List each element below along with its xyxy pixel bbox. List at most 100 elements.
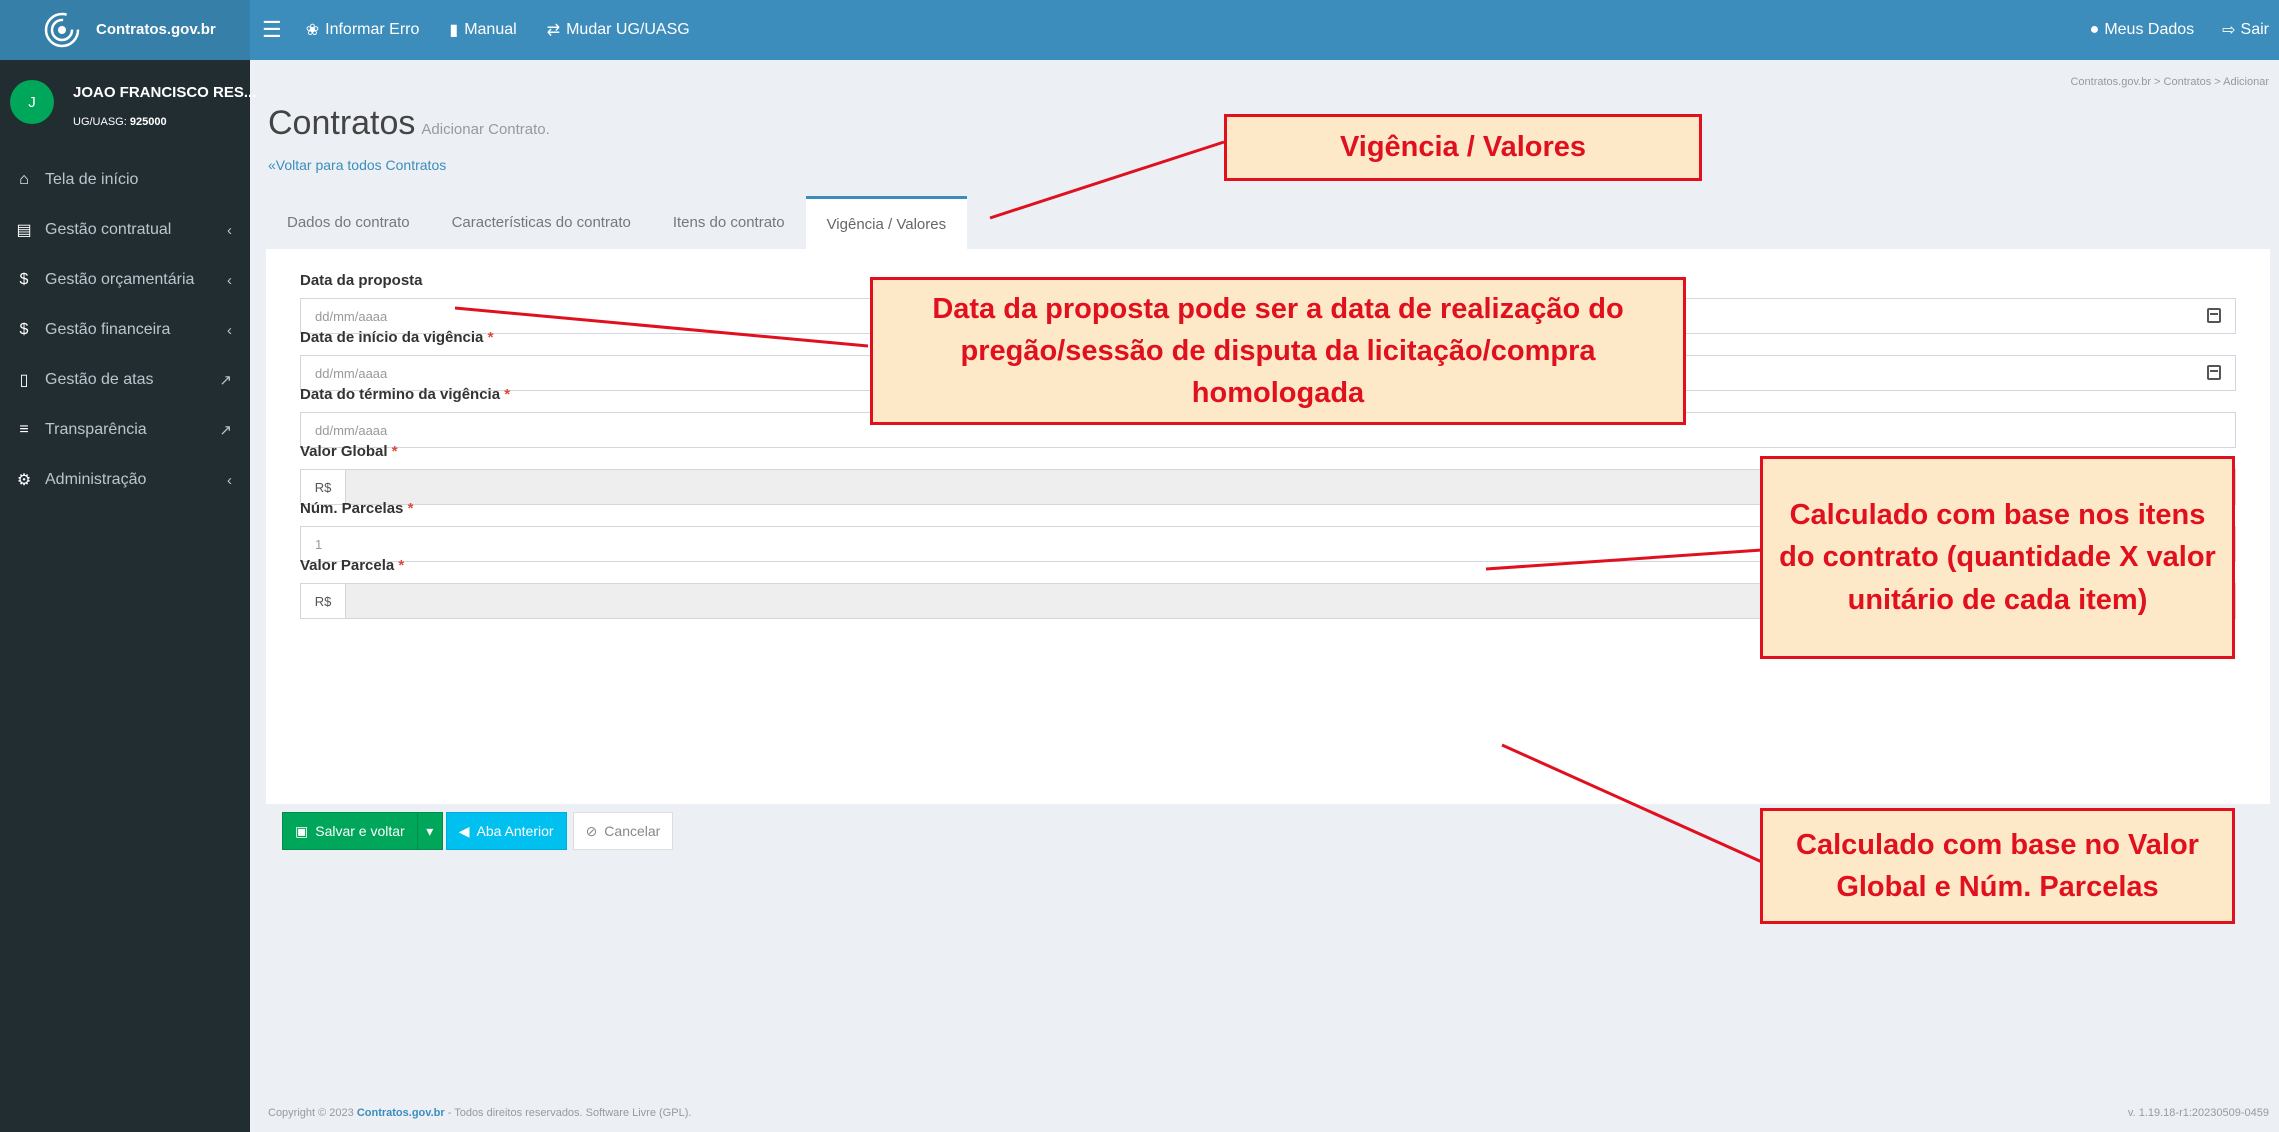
- calendar-icon[interactable]: [2207, 308, 2221, 323]
- valor-parcela-label-text: Valor Parcela: [300, 557, 395, 574]
- sidebar-item-gestao-orcamentaria[interactable]: $ Gestão orçamentária ‹: [0, 255, 250, 305]
- external-link-icon: ↗: [219, 372, 232, 389]
- currency-prefix: R$: [301, 470, 346, 504]
- footer-brand-link[interactable]: Contratos.gov.br: [357, 1107, 445, 1119]
- required-mark: *: [487, 329, 494, 346]
- list-icon: ≡: [19, 421, 29, 438]
- tab-itens[interactable]: Itens do contrato: [652, 196, 806, 249]
- caret-down-icon: ▾: [426, 822, 434, 839]
- calendar-icon[interactable]: [2207, 365, 2221, 380]
- chevron-left-icon: ‹: [227, 221, 232, 239]
- data-inicio-label-text: Data de início da vigência: [300, 329, 484, 346]
- save-options-dropdown[interactable]: ▾: [416, 812, 443, 850]
- avatar: J: [10, 80, 54, 124]
- user-uasg: UG/UASG: 925000: [73, 116, 167, 128]
- sidebar-item-label: Administração: [45, 471, 147, 488]
- data-termino-label: Data do término da vigência *: [300, 386, 510, 403]
- mudar-ug-label: Mudar UG/UASG: [566, 21, 690, 38]
- exchange-icon: ⇄: [546, 22, 561, 39]
- dollar-icon: $: [19, 271, 29, 288]
- user-panel: J JOAO FRANCISCO RES... UG/UASG: 925000: [0, 60, 256, 150]
- sidebar-item-tela-inicio[interactable]: ⌂ Tela de início: [0, 155, 250, 205]
- manual-label: Manual: [464, 21, 517, 38]
- save-button-label: Salvar e voltar: [315, 823, 405, 839]
- top-navbar: Contratos.gov.br ☰ ❀ Informar Erro ▮ Manua…: [0, 0, 2279, 60]
- sidebar-item-gestao-financeira[interactable]: $ Gestão financeira ‹: [0, 305, 250, 355]
- callout-valor-global: Calculado com base nos itens do contrato…: [1760, 456, 2235, 659]
- book-icon: ▮: [449, 22, 459, 39]
- data-inicio-label: Data de início da vigência *: [300, 329, 493, 346]
- uasg-value: 925000: [129, 116, 167, 128]
- double-chevron-left-icon: «: [268, 157, 276, 173]
- num-parcelas-value: 1: [315, 536, 323, 552]
- sidebar-item-gestao-atas[interactable]: ▯ Gestão de atas ↗: [0, 355, 250, 405]
- dollar-icon: $: [19, 321, 29, 338]
- valor-parcela-label: Valor Parcela *: [300, 557, 404, 574]
- data-termino-placeholder: dd/mm/aaaa: [315, 422, 388, 438]
- arrow-circle-left-icon: ◀: [458, 822, 470, 839]
- sidebar-item-label: Transparência: [45, 421, 147, 438]
- data-inicio-placeholder: dd/mm/aaaa: [315, 365, 388, 381]
- informar-erro-label: Informar Erro: [325, 21, 420, 38]
- chevron-left-icon: ‹: [227, 271, 232, 289]
- page-subtitle: Adicionar Contrato.: [421, 121, 550, 138]
- save-and-back-button[interactable]: ▣ Salvar e voltar: [282, 812, 418, 850]
- callout-vigencia: Vigência / Valores: [1224, 114, 1702, 181]
- sidebar-item-label: Tela de início: [45, 171, 139, 188]
- sair-link[interactable]: ⇨ Sair: [2222, 20, 2269, 40]
- footer: Copyright © 2023 Contratos.gov.br - Todo…: [268, 1107, 691, 1119]
- data-termino-label-text: Data do término da vigência: [300, 386, 501, 403]
- form-tabs: Dados do contrato Características do con…: [266, 196, 968, 249]
- required-mark: *: [391, 443, 398, 460]
- brand[interactable]: Contratos.gov.br: [0, 0, 250, 60]
- required-mark: *: [504, 386, 511, 403]
- sidebar-item-label: Gestão orçamentária: [45, 271, 195, 288]
- back-link-label: Voltar para todos Contratos: [275, 157, 447, 173]
- sidebar-item-gestao-contratual[interactable]: ▤ Gestão contratual ‹: [0, 205, 250, 255]
- version-label: v. 1.19.18-r1:20230509-0459: [2127, 1107, 2269, 1119]
- valor-global-label: Valor Global *: [300, 443, 398, 460]
- chevron-left-icon: ‹: [227, 321, 232, 339]
- informar-erro-link[interactable]: ❀ Informar Erro: [306, 20, 420, 40]
- tab-vigencia-valores[interactable]: Vigência / Valores: [805, 196, 968, 249]
- previous-tab-label: Aba Anterior: [476, 823, 554, 839]
- cancel-button-label: Cancelar: [604, 823, 661, 839]
- form-buttons: ▣ Salvar e voltar ▾ ◀ Aba Anterior ⊘ Cancel…: [282, 812, 674, 850]
- tab-caracteristicas[interactable]: Características do contrato: [431, 196, 652, 249]
- meus-dados-link[interactable]: ● Meus Dados: [2090, 21, 2195, 39]
- copyright-suffix: - Todos direitos reservados. Software Li…: [447, 1107, 692, 1119]
- page-title: Contratos Adicionar Contrato.: [268, 104, 550, 143]
- ban-icon: ⊘: [585, 822, 598, 839]
- data-proposta-label-text: Data da proposta: [300, 272, 423, 289]
- sidebar-item-transparencia[interactable]: ≡ Transparência ↗: [0, 405, 250, 455]
- data-proposta-label: Data da proposta: [300, 272, 423, 289]
- back-link[interactable]: «Voltar para todos Contratos: [268, 157, 446, 173]
- sidebar-item-administracao[interactable]: ⚙ Administração ‹: [0, 455, 250, 505]
- valor-global-label-text: Valor Global: [300, 443, 388, 460]
- brand-name: Contratos.gov.br: [96, 21, 216, 38]
- meus-dados-label: Meus Dados: [2104, 21, 2195, 38]
- user-name: JOAO FRANCISCO RES...: [73, 84, 257, 101]
- num-parcelas-label: Núm. Parcelas *: [300, 500, 413, 517]
- cancel-button[interactable]: ⊘ Cancelar: [572, 812, 674, 850]
- home-icon: ⌂: [19, 171, 29, 188]
- user-circle-icon: ●: [2089, 21, 2100, 38]
- sidebar-item-label: Gestão de atas: [45, 371, 154, 388]
- data-proposta-placeholder: dd/mm/aaaa: [315, 308, 388, 324]
- tab-dados-contrato[interactable]: Dados do contrato: [266, 196, 431, 249]
- logo-icon: [44, 12, 80, 48]
- uasg-label: UG/UASG:: [73, 116, 127, 128]
- required-mark: *: [407, 500, 414, 517]
- document-icon: ▯: [19, 372, 29, 389]
- menu-toggle-icon[interactable]: ☰: [262, 17, 282, 43]
- previous-tab-button[interactable]: ◀ Aba Anterior: [445, 812, 567, 850]
- sidebar-item-label: Gestão financeira: [45, 321, 171, 338]
- manual-link[interactable]: ▮ Manual: [449, 20, 516, 40]
- currency-prefix: R$: [301, 584, 346, 618]
- copyright-prefix: Copyright © 2023: [268, 1107, 354, 1119]
- sidebar: J JOAO FRANCISCO RES... UG/UASG: 925000 …: [0, 60, 256, 1132]
- num-parcelas-label-text: Núm. Parcelas: [300, 500, 404, 517]
- breadcrumb[interactable]: Contratos.gov.br > Contratos > Adicionar: [2070, 76, 2269, 88]
- page-title-text: Contratos: [268, 104, 416, 142]
- mudar-ug-link[interactable]: ⇄ Mudar UG/UASG: [547, 20, 690, 40]
